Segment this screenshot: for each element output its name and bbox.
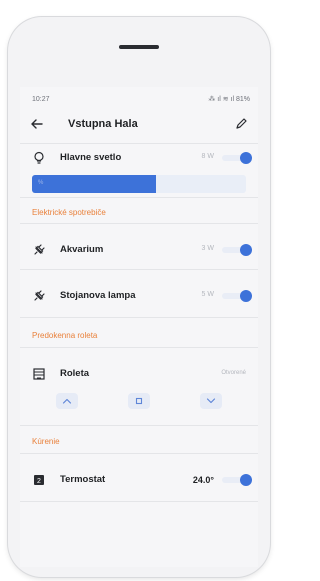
divider: [20, 317, 258, 318]
status-bar: 10:27 ⁂ ıl ≋ ıl 81%: [32, 92, 250, 106]
plug-icon: [34, 290, 45, 301]
main-light-label: Hlavne svetlo: [60, 152, 122, 163]
blinds-icon: [33, 368, 45, 380]
phone-notch: [119, 45, 159, 49]
brightness-slider[interactable]: %: [32, 175, 246, 193]
arrow-left-icon[interactable]: [30, 117, 44, 131]
divider: [20, 501, 258, 502]
chevron-down-icon: [206, 398, 216, 404]
section-title-blinds: Predokenna roleta: [32, 331, 98, 340]
app-screen: 10:27 ⁂ ıl ≋ ıl 81% Vstupna Hala Hlavne …: [20, 87, 258, 567]
divider: [20, 453, 258, 454]
brightness-tick: %: [38, 180, 44, 186]
divider: [20, 197, 258, 198]
thermostat-row: 2 Termostat 24.0°: [20, 467, 258, 495]
brightness-fill: [32, 175, 157, 193]
blinds-status: Otvorené: [221, 370, 246, 376]
section-title-heating: Kúrenie: [32, 437, 60, 446]
phone-frame: 10:27 ⁂ ıl ≋ ıl 81% Vstupna Hala Hlavne …: [8, 17, 270, 577]
thermostat-icon: 2: [34, 475, 44, 485]
blinds-down-button[interactable]: [200, 393, 222, 409]
chevron-up-icon: [62, 398, 72, 404]
appliance-row-stojanova-lampa: Stojanova lampa 5 W: [20, 283, 258, 311]
plug-icon: [34, 244, 45, 255]
blinds-up-button[interactable]: [56, 393, 78, 409]
stojanova-lampa-toggle[interactable]: [222, 290, 252, 302]
divider: [20, 143, 258, 144]
page-title: Vstupna Hala: [68, 118, 138, 130]
blinds-stop-button[interactable]: [128, 393, 150, 409]
blinds-row: Roleta Otvorené: [20, 361, 258, 389]
appliance-power: 5 W: [201, 291, 214, 298]
appliance-power: 3 W: [201, 245, 214, 252]
appliance-label: Akvarium: [60, 244, 104, 255]
thermostat-temperature: 24.0°: [192, 475, 214, 485]
lightbulb-icon: [34, 151, 44, 164]
section-title-appliances: Elektrické spotrebiče: [32, 208, 106, 217]
appliance-label: Stojanova lampa: [60, 290, 136, 301]
divider: [20, 425, 258, 426]
divider: [20, 223, 258, 224]
status-time: 10:27: [32, 95, 50, 103]
pencil-icon[interactable]: [234, 117, 248, 131]
svg-text:2: 2: [37, 478, 41, 485]
thermostat-toggle[interactable]: [222, 474, 252, 486]
status-indicators: ⁂ ıl ≋ ıl 81%: [208, 96, 250, 103]
divider: [20, 347, 258, 348]
main-light-row: Hlavne svetlo 8 W: [20, 145, 258, 173]
main-light-toggle[interactable]: [222, 152, 252, 164]
app-bar: Vstupna Hala: [20, 109, 258, 141]
blinds-label: Roleta: [60, 368, 90, 379]
appliance-row-akvarium: Akvarium 3 W: [20, 237, 258, 265]
main-light-power: 8 W: [201, 153, 214, 160]
thermostat-label: Termostat: [60, 474, 106, 485]
akvarium-toggle[interactable]: [222, 244, 252, 256]
square-stop-icon: [135, 397, 143, 405]
divider: [20, 269, 258, 270]
